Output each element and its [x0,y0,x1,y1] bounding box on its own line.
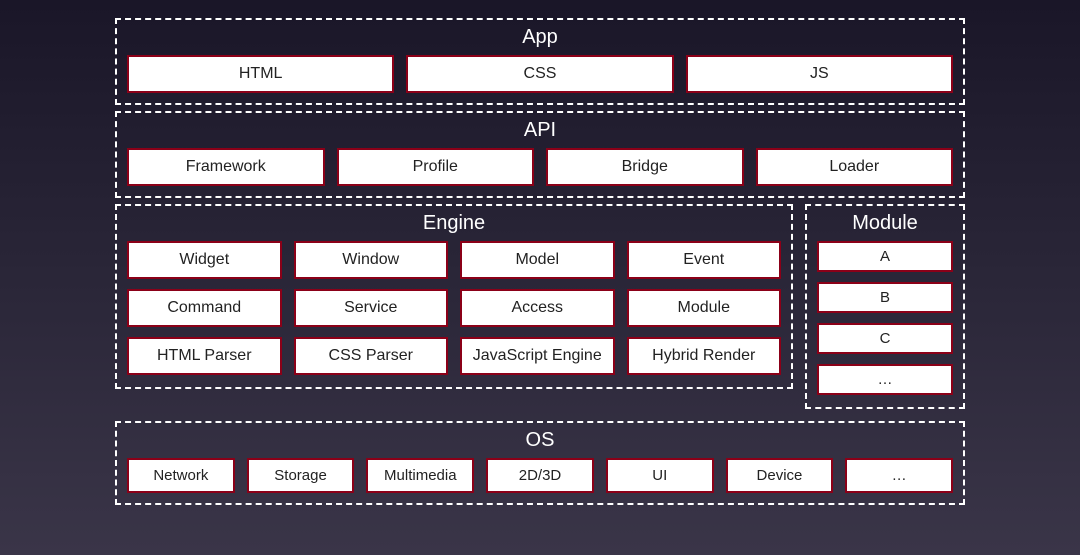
engine-item-window: Window [294,241,449,279]
engine-item-service: Service [294,289,449,327]
engine-module-wrap: Engine Widget Window Model Event Command… [115,204,965,415]
os-item-device: Device [726,458,834,493]
os-item-2d3d: 2D/3D [486,458,594,493]
engine-row-1: Command Service Access Module [127,289,781,327]
module-layer-title: Module [817,212,953,235]
module-items-stack: A B C … [817,241,953,395]
os-item-network: Network [127,458,235,493]
engine-layer-title: Engine [127,212,781,235]
api-layer-title: API [127,119,953,142]
engine-layer-group: Engine Widget Window Model Event Command… [115,204,793,389]
api-item-bridge: Bridge [546,148,744,186]
os-item-multimedia: Multimedia [366,458,474,493]
engine-item-access: Access [460,289,615,327]
os-item-ui: UI [606,458,714,493]
os-items-row: Network Storage Multimedia 2D/3D UI Devi… [127,458,953,493]
app-items-row: HTML CSS JS [127,55,953,93]
engine-item-widget: Widget [127,241,282,279]
engine-item-model: Model [460,241,615,279]
app-item-js: JS [686,55,953,93]
engine-row-2: HTML Parser CSS Parser JavaScript Engine… [127,337,781,375]
engine-item-html-parser: HTML Parser [127,337,282,375]
api-item-loader: Loader [756,148,954,186]
module-item-b: B [817,282,953,313]
api-item-framework: Framework [127,148,325,186]
module-item-c: C [817,323,953,354]
module-item-a: A [817,241,953,272]
os-layer-title: OS [127,429,953,452]
os-layer-group: OS Network Storage Multimedia 2D/3D UI D… [115,421,965,505]
app-layer-title: App [127,26,953,49]
api-items-row: Framework Profile Bridge Loader [127,148,953,186]
api-layer-group: API Framework Profile Bridge Loader [115,111,965,198]
engine-item-js-engine: JavaScript Engine [460,337,615,375]
engine-item-hybrid-render: Hybrid Render [627,337,782,375]
app-layer-group: App HTML CSS JS [115,18,965,105]
module-layer-group: Module A B C … [805,204,965,409]
engine-item-css-parser: CSS Parser [294,337,449,375]
engine-item-module: Module [627,289,782,327]
os-item-storage: Storage [247,458,355,493]
app-item-html: HTML [127,55,394,93]
engine-row-0: Widget Window Model Event [127,241,781,279]
os-item-more: … [845,458,953,493]
engine-item-command: Command [127,289,282,327]
module-item-more: … [817,364,953,395]
engine-item-event: Event [627,241,782,279]
api-item-profile: Profile [337,148,535,186]
app-item-css: CSS [406,55,673,93]
